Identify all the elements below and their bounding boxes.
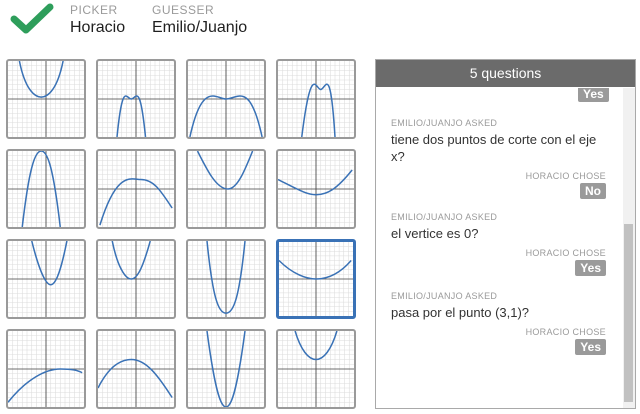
- questions-panel: 5 questions Yes EMILIO/JUANJO ASKED tien…: [375, 59, 636, 409]
- graph: [98, 61, 174, 137]
- chose-label: HORACIO CHOSE: [525, 327, 606, 337]
- function-card[interactable]: [96, 59, 176, 139]
- function-card[interactable]: [186, 59, 266, 139]
- asked-label: EMILIO/JUANJO ASKED: [391, 118, 498, 128]
- graph: [98, 331, 174, 407]
- function-card[interactable]: [6, 149, 86, 229]
- graph: [188, 331, 264, 407]
- graph: [188, 61, 264, 137]
- graph: [98, 241, 174, 317]
- question-item: EMILIO/JUANJO ASKED pasa por el punto (3…: [391, 291, 606, 355]
- question-item: EMILIO/JUANJO ASKED tiene dos puntos de …: [391, 118, 606, 199]
- graph: [98, 151, 174, 227]
- function-card[interactable]: [6, 329, 86, 409]
- picker-label: PICKER: [70, 3, 118, 17]
- graph: [188, 241, 264, 317]
- function-card[interactable]: [276, 59, 356, 139]
- question-text: pasa por el punto (3,1)?: [391, 305, 530, 320]
- picker-block: PICKER Horacio: [70, 3, 125, 37]
- questions-list[interactable]: Yes EMILIO/JUANJO ASKED tiene dos puntos…: [376, 88, 635, 408]
- function-card[interactable]: [6, 239, 86, 319]
- function-grid: [6, 59, 356, 409]
- graph: [278, 61, 354, 137]
- function-card[interactable]: [186, 239, 266, 319]
- function-card-selected[interactable]: [276, 239, 356, 319]
- picker-name: Horacio: [70, 19, 126, 36]
- question-text: el vertice es 0?: [391, 226, 479, 241]
- function-curve: [31, 241, 68, 286]
- answer-badge: No: [580, 183, 606, 199]
- guesser-name: Emilio/Juanjo: [152, 19, 248, 36]
- function-card[interactable]: [186, 329, 266, 409]
- graph: [279, 242, 353, 316]
- graph: [8, 61, 84, 137]
- graph: [8, 241, 84, 317]
- check-icon: [10, 3, 54, 34]
- partial-answer-badge: Yes: [578, 88, 609, 102]
- function-card[interactable]: [276, 149, 356, 229]
- question-item: EMILIO/JUANJO ASKED el vertice es 0? HOR…: [391, 212, 606, 276]
- asked-label: EMILIO/JUANJO ASKED: [391, 212, 498, 222]
- function-card[interactable]: [96, 329, 176, 409]
- function-card[interactable]: [276, 329, 356, 409]
- guesser-label: GUESSER: [152, 3, 215, 17]
- function-card[interactable]: [186, 149, 266, 229]
- graph: [278, 151, 354, 227]
- asked-label: EMILIO/JUANJO ASKED: [391, 291, 498, 301]
- function-card[interactable]: [6, 59, 86, 139]
- answer-badge: Yes: [575, 260, 606, 276]
- chose-label: HORACIO CHOSE: [525, 248, 606, 258]
- function-card[interactable]: [96, 149, 176, 229]
- chose-label: HORACIO CHOSE: [525, 171, 606, 181]
- scrollbar-thumb[interactable]: [624, 224, 633, 402]
- guesser-block: GUESSER Emilio/Juanjo: [152, 3, 247, 37]
- function-curve: [278, 169, 353, 196]
- graph: [8, 331, 84, 407]
- graph: [8, 151, 84, 227]
- question-text: tiene dos puntos de corte con el eje x?: [391, 132, 597, 164]
- questions-count-header: 5 questions: [376, 60, 635, 87]
- function-card[interactable]: [96, 239, 176, 319]
- graph: [278, 331, 354, 407]
- answer-badge: Yes: [575, 339, 606, 355]
- graph: [188, 151, 264, 227]
